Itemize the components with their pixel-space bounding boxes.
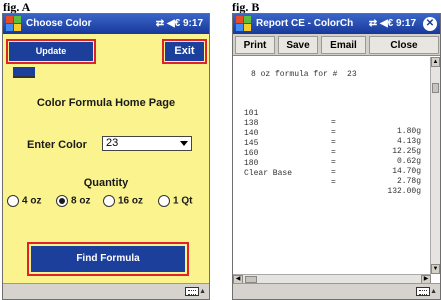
- ingredient-amount: 132.00g: [387, 187, 421, 196]
- title-bar: Report CE - ColorCh ⇄ ◀€ 9:17 ✕: [233, 14, 440, 34]
- window-title: Report CE - ColorCh: [256, 18, 354, 29]
- quantity-option-8oz[interactable]: 8 oz: [56, 195, 90, 209]
- radio-button[interactable]: [158, 195, 170, 207]
- quantity-option-label: 16 oz: [118, 195, 144, 207]
- keyboard-icon[interactable]: [185, 287, 199, 296]
- close-button[interactable]: Close: [369, 36, 439, 54]
- equals-sign: =: [331, 178, 336, 187]
- print-button[interactable]: Print: [235, 36, 275, 54]
- status-indicators[interactable]: ⇄ ◀€ 9:17: [156, 18, 203, 29]
- quantity-option-16oz[interactable]: 16 oz: [103, 195, 143, 209]
- color-select[interactable]: 23: [102, 136, 192, 151]
- quantity-option-4oz[interactable]: 4 oz: [7, 195, 41, 209]
- start-menu-icon[interactable]: [236, 16, 252, 32]
- exit-button[interactable]: Exit: [165, 42, 204, 61]
- quantity-option-label: 4 oz: [22, 195, 42, 207]
- quantity-label: Quantity: [83, 177, 129, 189]
- caret-up-icon[interactable]: ▲: [430, 288, 437, 295]
- quantity-option-1qt[interactable]: 1 Qt: [158, 195, 192, 209]
- scroll-thumb[interactable]: [245, 276, 257, 283]
- start-menu-icon[interactable]: [6, 16, 22, 32]
- vertical-scrollbar[interactable]: ▲ ▼: [430, 57, 440, 274]
- title-bar: Choose Color ⇄ ◀€ 9:17: [3, 14, 209, 34]
- save-button[interactable]: Save: [278, 36, 318, 54]
- taskbar: ▲: [3, 283, 209, 299]
- update-button[interactable]: Update: [9, 42, 93, 61]
- device-screen-a: Choose Color ⇄ ◀€ 9:17 Update Exit Color…: [2, 13, 210, 300]
- radio-button[interactable]: [7, 195, 19, 207]
- device-screen-b: Report CE - ColorCh ⇄ ◀€ 9:17 ✕ Print Sa…: [232, 13, 441, 300]
- report-heading: 8 oz formula for # 23: [251, 70, 357, 79]
- keyboard-icon[interactable]: [416, 287, 430, 296]
- status-indicators[interactable]: ⇄ ◀€ 9:17: [369, 18, 416, 29]
- find-formula-button[interactable]: Find Formula: [31, 246, 185, 272]
- scroll-down-icon[interactable]: ▼: [431, 264, 440, 274]
- window-title: Choose Color: [26, 18, 92, 29]
- quantity-option-label: 1 Qt: [173, 195, 193, 207]
- scroll-up-icon[interactable]: ▲: [431, 57, 440, 67]
- logo-tab: [13, 67, 35, 78]
- page-title: Color Formula Home Page: [36, 97, 176, 109]
- taskbar: ▲: [233, 283, 440, 299]
- radio-button-selected[interactable]: [56, 195, 68, 207]
- email-button[interactable]: Email: [321, 36, 366, 54]
- chevron-down-icon[interactable]: [180, 141, 188, 146]
- report-view[interactable]: 8 oz formula for # 23 101 = 1.80g 138 = …: [233, 57, 431, 274]
- quantity-option-label: 8 oz: [71, 195, 91, 207]
- enter-color-label: Enter Color: [27, 139, 87, 151]
- report-row: Clear Base = 132.00g: [233, 160, 431, 205]
- caret-up-icon[interactable]: ▲: [199, 288, 206, 295]
- toolbar: Print Save Email Close: [233, 34, 440, 56]
- ingredient-code: Clear Base: [244, 169, 293, 178]
- color-select-value: 23: [106, 137, 119, 149]
- close-icon[interactable]: ✕: [423, 17, 437, 31]
- radio-button[interactable]: [103, 195, 115, 207]
- scroll-thumb[interactable]: [432, 83, 439, 93]
